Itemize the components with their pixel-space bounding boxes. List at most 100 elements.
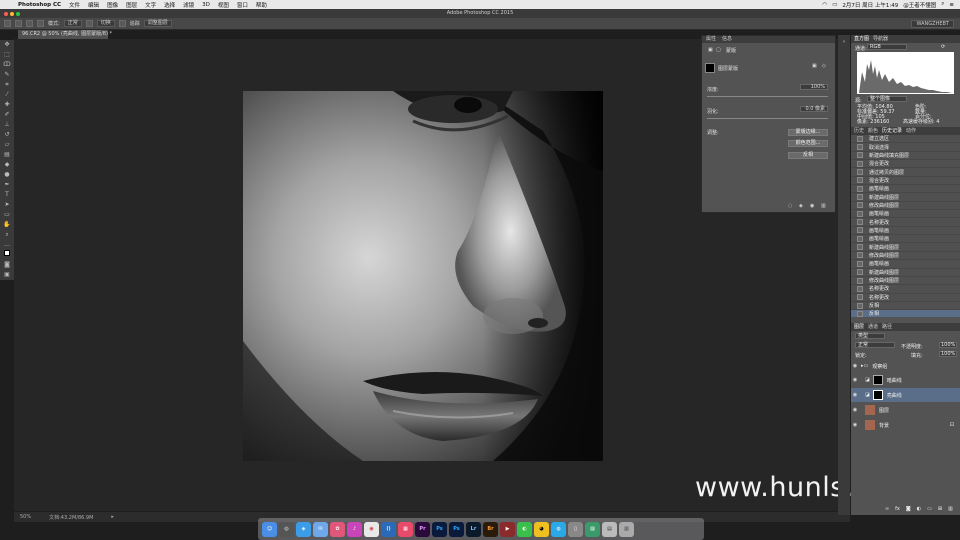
history-item[interactable]: 画笔绘画: [851, 260, 960, 269]
adjust-layer-option[interactable]: 调整图层: [143, 20, 172, 27]
safari-icon[interactable]: ◈: [296, 521, 311, 537]
history-item[interactable]: 画笔绘画: [851, 185, 960, 194]
zoom-level[interactable]: 50%: [20, 514, 31, 520]
search-icon[interactable]: ⌕: [941, 1, 944, 8]
history-item[interactable]: 修改曲线图层: [851, 277, 960, 286]
new-selection-icon[interactable]: [15, 20, 22, 27]
document-size[interactable]: 文档:43.2M/86.9M: [49, 514, 93, 521]
move-tool-icon[interactable]: ✥: [0, 40, 14, 50]
eye-icon[interactable]: ◉: [851, 392, 859, 398]
mail-icon[interactable]: ✉: [313, 521, 328, 537]
history-item[interactable]: 新建曲线图层: [851, 193, 960, 202]
invert-button[interactable]: 反相: [788, 152, 828, 159]
folder-icon[interactable]: ▤: [602, 521, 617, 537]
finder-icon[interactable]: ☺: [262, 521, 277, 537]
add-selection-icon[interactable]: [26, 20, 33, 27]
channel-select[interactable]: RGB: [867, 44, 907, 50]
menu-3d[interactable]: 3D: [198, 2, 214, 8]
mask-mode-icon[interactable]: ▣: [708, 47, 713, 53]
new-layer-icon[interactable]: ⊞: [938, 506, 942, 512]
dodge-tool-icon[interactable]: ●: [0, 170, 14, 180]
lasso-tool-icon[interactable]: ↀ: [0, 60, 14, 70]
add-mask-icon[interactable]: ◙: [906, 506, 911, 512]
brush-tool-icon[interactable]: ✐: [0, 110, 14, 120]
toggle-option[interactable]: 切换: [96, 20, 115, 27]
list-icon[interactable]: ≡: [949, 2, 954, 8]
tab-navigator[interactable]: 导航器: [873, 35, 888, 43]
history-item[interactable]: 名称更改: [851, 218, 960, 227]
vector-mask-icon[interactable]: ▢: [716, 47, 721, 53]
history-item[interactable]: 混合更改: [851, 177, 960, 186]
quick-select-tool-icon[interactable]: ✎: [0, 70, 14, 80]
eye-icon[interactable]: ◉: [851, 422, 859, 428]
minimize-button[interactable]: [10, 11, 14, 16]
layer-mask-thumbnail[interactable]: [872, 390, 883, 400]
menu-filter[interactable]: 滤镜: [179, 1, 198, 9]
trash-icon[interactable]: ▥: [948, 506, 953, 512]
link-icon[interactable]: ∞: [885, 506, 889, 512]
history-item[interactable]: 通过拷贝的图层: [851, 168, 960, 177]
document-tab[interactable]: 96.CR2 @ 50% (亮曲线, 图层蒙版/8) *: [18, 30, 112, 39]
tab-history[interactable]: 历史记录: [882, 127, 902, 135]
eye-icon[interactable]: ◉: [851, 363, 859, 369]
feather-input[interactable]: 0.0 像素: [800, 106, 828, 112]
history-item[interactable]: 画笔绘画: [851, 210, 960, 219]
feather-slider[interactable]: [707, 118, 828, 119]
chrome-icon[interactable]: ◉: [364, 521, 379, 537]
workspace-select[interactable]: WANGZHEBT: [911, 20, 954, 28]
vector-mask-add-icon[interactable]: ◇: [822, 63, 826, 69]
delete-mask-icon[interactable]: ▥: [821, 203, 826, 209]
layer-mask-thumbnail[interactable]: [872, 375, 883, 385]
eye-icon[interactable]: ◉: [851, 377, 859, 383]
menu-select[interactable]: 选择: [160, 1, 179, 9]
photoshop-alt-icon[interactable]: Ps: [449, 521, 464, 537]
tab-actions[interactable]: 动作: [906, 127, 916, 135]
history-item[interactable]: 取消选择: [851, 143, 960, 152]
tab-paths[interactable]: 路径: [882, 323, 892, 331]
panel-collapse-icon[interactable]: »: [838, 39, 850, 45]
toggle-mask-icon[interactable]: ◉: [810, 203, 814, 209]
launchpad-icon[interactable]: ◎: [279, 521, 294, 537]
blend-mode-select[interactable]: 正常: [855, 342, 895, 348]
wechat-icon[interactable]: ◐: [517, 521, 532, 537]
tab-layers[interactable]: 图层: [854, 323, 864, 331]
history-item[interactable]: 修改曲线图层: [851, 202, 960, 211]
adjust-layer-icon[interactable]: ◐: [917, 506, 921, 512]
tab-properties[interactable]: 属性: [706, 36, 716, 43]
layer-filter-select[interactable]: 类型: [855, 333, 885, 339]
apply-mask-icon[interactable]: ◈: [799, 203, 803, 209]
pen-tool-icon[interactable]: ✒: [0, 180, 14, 190]
track-option[interactable]: 追踪: [130, 20, 140, 27]
trash-icon[interactable]: ▥: [619, 521, 634, 537]
preview-icon[interactable]: ▯: [568, 521, 583, 537]
history-item[interactable]: 修改曲线图层: [851, 252, 960, 261]
history-item[interactable]: 混合更改: [851, 160, 960, 169]
shape-tool-icon[interactable]: ▭: [0, 210, 14, 220]
tab-color[interactable]: 颜色: [868, 127, 878, 135]
quick-mask-icon[interactable]: ◙: [0, 260, 14, 270]
fx-icon[interactable]: fx: [895, 506, 900, 512]
mode-select[interactable]: 正常: [63, 20, 82, 27]
menu-image[interactable]: 图像: [103, 1, 122, 9]
history-item[interactable]: 画笔绘画: [851, 227, 960, 236]
option-check-icon[interactable]: [118, 20, 126, 27]
media-encoder-icon[interactable]: ▶: [500, 521, 515, 537]
clock[interactable]: 2月7日 周日 上午1:49: [842, 1, 898, 9]
layer-row-copy[interactable]: ◉ 图层: [851, 403, 960, 417]
eyedropper-tool-icon[interactable]: ⁄: [0, 90, 14, 100]
color-swatches-icon[interactable]: [0, 250, 14, 260]
history-item[interactable]: 新建曲线图层: [851, 243, 960, 252]
history-item[interactable]: 新建曲线图层: [851, 269, 960, 277]
battery-icon[interactable]: ▭: [832, 2, 837, 8]
tool-preset-icon[interactable]: [4, 20, 11, 27]
history-item[interactable]: 名称更改: [851, 285, 960, 294]
history-item[interactable]: 名称更改: [851, 294, 960, 302]
premiere-icon[interactable]: Pr: [415, 521, 430, 537]
healing-tool-icon[interactable]: ✚: [0, 100, 14, 110]
stamp-tool-icon[interactable]: ⊥: [0, 120, 14, 130]
mask-edge-button[interactable]: 蒙版边缘...: [788, 129, 828, 136]
layer-row-background[interactable]: ◉ 背景 ⊡: [851, 418, 960, 432]
store-icon[interactable]: ▦: [398, 521, 413, 537]
layer-row-group[interactable]: ◉ ▸▭ 观察组: [851, 361, 960, 371]
hand-tool-icon[interactable]: ✋: [0, 220, 14, 230]
